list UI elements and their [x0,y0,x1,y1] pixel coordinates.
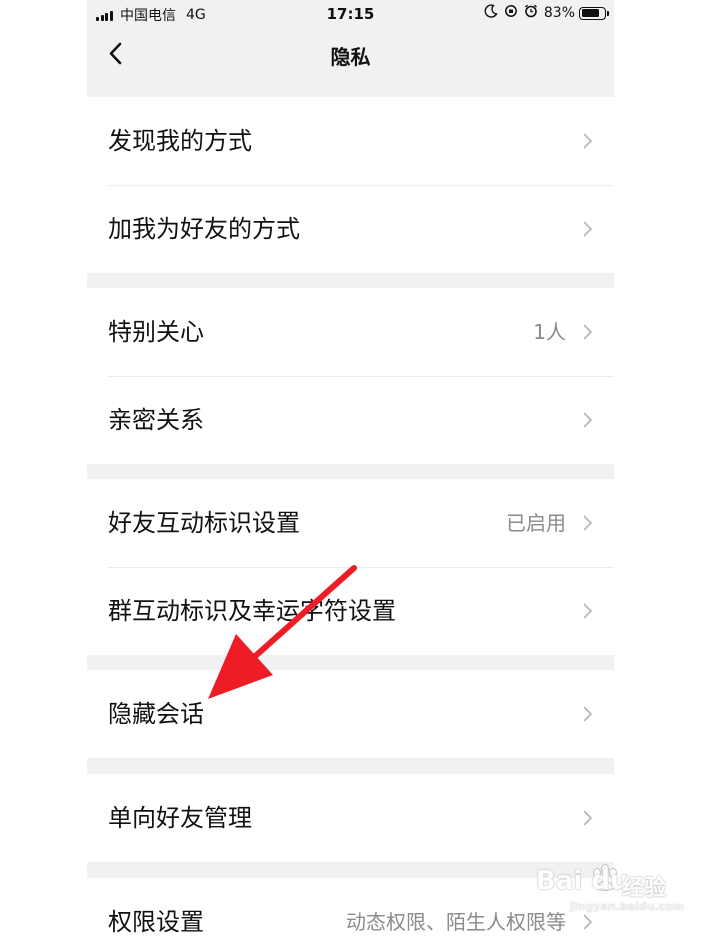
row-value: 动态权限、陌生人权限等 [346,910,566,934]
page-title: 隐私 [330,45,371,69]
alarm-icon [524,4,538,22]
settings-row[interactable]: 加我为好友的方式 [87,185,614,273]
status-right: 83% [484,4,609,22]
chevron-right-icon [583,221,592,237]
row-label: 单向好友管理 [108,804,252,832]
nav-bar: 隐私 [87,28,614,80]
settings-group: 发现我的方式加我为好友的方式 [87,97,614,273]
row-label: 加我为好友的方式 [108,215,300,243]
chevron-right-icon [583,810,592,826]
settings-group: 特别关心 1人亲密关系 [87,288,614,464]
chevron-right-icon [583,324,592,340]
row-label: 发现我的方式 [108,127,252,155]
baidu-jingyan-watermark: Bai du 经验 jingyan.baidu.com [536,860,696,920]
row-value: 已启用 [506,511,566,535]
settings-row[interactable]: 亲密关系 [87,376,614,464]
row-label: 亲密关系 [108,406,204,434]
settings-row[interactable]: 发现我的方式 [87,97,614,185]
settings-row[interactable]: 单向好友管理 [87,774,614,862]
chevron-right-icon [583,603,592,619]
watermark-url: jingyan.baidu.com [570,900,685,913]
row-value: 1人 [533,320,566,344]
battery-icon [579,6,609,20]
settings-group: 好友互动标识设置 已启用群互动标识及幸运字符设置 [87,479,614,655]
watermark-product: 经验 [622,876,667,901]
row-label: 特别关心 [108,318,204,346]
row-label: 群互动标识及幸运字符设置 [108,597,396,625]
orientation-lock-icon [504,4,518,22]
row-label: 好友互动标识设置 [108,509,300,537]
status-bar: 中国电信 4G 17:15 83% [87,0,614,28]
chevron-right-icon [583,706,592,722]
settings-row[interactable]: 好友互动标识设置 已启用 [87,479,614,567]
settings-group: 权限设置 动态权限、陌生人权限等 [87,878,614,938]
watermark-brand: Bai du [536,866,629,896]
settings-group: 单向好友管理 [87,774,614,862]
settings-row[interactable]: 权限设置 动态权限、陌生人权限等 [87,878,614,938]
row-label: 隐藏会话 [108,700,204,728]
battery-fill [581,9,599,17]
chevron-right-icon [583,515,592,531]
chevron-right-icon [583,412,592,428]
row-label: 权限设置 [108,908,204,936]
settings-row[interactable]: 隐藏会话 [87,670,614,758]
chevron-right-icon [583,133,592,149]
moon-icon [484,4,498,22]
settings-row[interactable]: 群互动标识及幸运字符设置 [87,567,614,655]
phone-screen: 中国电信 4G 17:15 83% 隐私 发现我的方式加我为好友的方式 特别关心 1… [87,0,614,938]
settings-row[interactable]: 特别关心 1人 [87,288,614,376]
battery-percent: 83% [543,5,575,21]
settings-group: 隐藏会话 [87,670,614,758]
